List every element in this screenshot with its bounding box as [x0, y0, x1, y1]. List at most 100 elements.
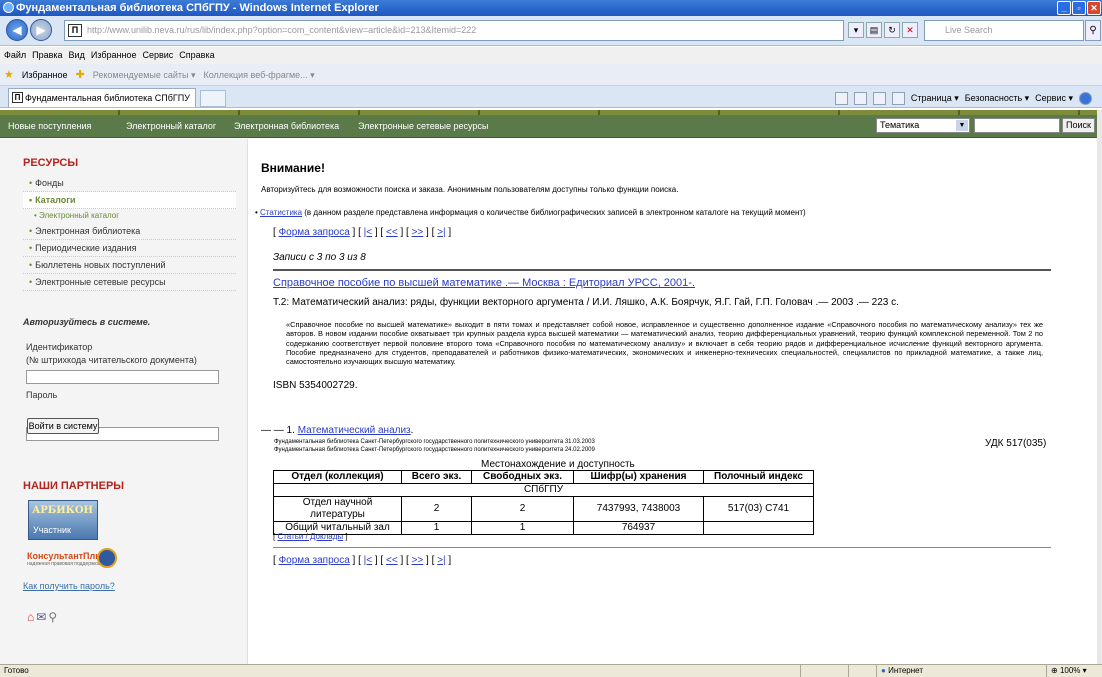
- tab-library[interactable]: П Фундаментальная библиотека СПбГПУ: [8, 88, 196, 107]
- password-label: Пароль: [26, 390, 58, 400]
- nav-new-arrivals[interactable]: Новые поступления: [8, 121, 91, 131]
- home-icon[interactable]: ⌂: [27, 610, 34, 624]
- menu-view[interactable]: Вид: [69, 47, 85, 64]
- tab-bar: П Фундаментальная библиотека СПбГПУ Стран…: [0, 86, 1102, 108]
- location-table: Отдел (коллекция) Всего экз. Свободных э…: [273, 470, 814, 535]
- first-page-link[interactable]: |<: [364, 227, 372, 238]
- search-icon[interactable]: ⚲: [48, 610, 57, 624]
- id-hint: (№ штрихкода читательского документа): [26, 355, 197, 365]
- theme-select[interactable]: Тематика ▼: [876, 118, 970, 133]
- favorites-button[interactable]: Избранное: [22, 64, 68, 86]
- page-scrollbar[interactable]: [1097, 110, 1102, 664]
- first-page-link[interactable]: |<: [364, 555, 372, 566]
- query-form-link[interactable]: Форма запроса: [279, 227, 350, 238]
- help-icon[interactable]: [1079, 91, 1092, 105]
- add-favorite-icon[interactable]: ✚: [76, 64, 85, 86]
- pager-top: [ Форма запроса ] [ |< ] [ << ] [ >> ] […: [273, 227, 452, 238]
- favorites-star-icon: ★: [4, 68, 14, 81]
- close-window-button[interactable]: ✕: [1087, 1, 1101, 15]
- address-input[interactable]: Пhttp://www.unilib.neva.ru/rus/lib/index…: [64, 20, 844, 41]
- last-page-link[interactable]: >|: [437, 227, 445, 238]
- nav-e-resources[interactable]: Электронные сетевые ресурсы: [358, 121, 488, 131]
- statistics-line: • Статистика (в данном разделе представл…: [255, 208, 806, 217]
- recommended-sites-link[interactable]: Рекомендуемые сайты ▾: [93, 64, 196, 86]
- consultant-plus-logo[interactable]: КонсультантПлюс надежная правовая поддер…: [27, 548, 117, 570]
- menu-help[interactable]: Справка: [179, 47, 214, 64]
- stop-icon[interactable]: ✕: [902, 22, 918, 38]
- sidebar-item-periodicals[interactable]: • Периодические издания: [23, 240, 236, 257]
- table-row: Общий читальный зал 1 1 764937: [273, 521, 814, 535]
- math-analysis-link[interactable]: Математический анализ: [298, 425, 411, 436]
- query-form-link[interactable]: Форма запроса: [279, 555, 350, 566]
- isbn: ISBN 5354002729.: [273, 380, 358, 391]
- menu-tools[interactable]: Сервис: [142, 47, 173, 64]
- prev-page-link[interactable]: <<: [386, 555, 398, 566]
- divider: [273, 547, 1051, 548]
- forgot-password-link[interactable]: Как получить пароль?: [23, 581, 115, 591]
- search-icon[interactable]: ⚲: [1085, 20, 1101, 41]
- maximize-button[interactable]: ▫: [1072, 1, 1086, 15]
- site-search-input[interactable]: [974, 118, 1060, 133]
- abstract-text: «Справочное пособие по высшей математике…: [286, 320, 1043, 367]
- window-title: Фундаментальная библиотека СПбГПУ - Wind…: [16, 2, 379, 14]
- back-button[interactable]: ◀: [6, 19, 28, 41]
- reference-book-link[interactable]: Справочное пособие по высшей математике …: [273, 277, 695, 289]
- sidebar-item-funds[interactable]: • Фонды: [23, 175, 236, 192]
- live-search-input[interactable]: Live Search: [924, 20, 1084, 41]
- sidebar-subitem-e-catalog[interactable]: • Электронный каталог: [34, 211, 119, 220]
- next-page-link[interactable]: >>: [412, 555, 424, 566]
- menu-favorites[interactable]: Избранное: [91, 47, 137, 64]
- col-department: Отдел (коллекция): [273, 470, 402, 484]
- sidebar-item-e-library[interactable]: • Электронная библиотека: [23, 223, 236, 240]
- web-slice-gallery-link[interactable]: Коллекция веб-фрагме... ▾: [204, 64, 315, 86]
- site-search-button[interactable]: Поиск: [1062, 118, 1095, 133]
- prev-page-link[interactable]: <<: [386, 227, 398, 238]
- attention-heading: Внимание!: [261, 161, 325, 175]
- security-icon: [848, 665, 876, 677]
- id-label: Идентификатор: [26, 342, 93, 352]
- location-caption: Местонахождение и доступность: [481, 459, 635, 470]
- nav-e-catalog[interactable]: Электронный каталог: [126, 121, 216, 131]
- ie-logo-icon: [3, 2, 14, 13]
- articles-link[interactable]: Статьи / Доклады: [277, 532, 343, 541]
- col-total: Всего экз.: [401, 470, 472, 484]
- id-input[interactable]: [26, 370, 219, 384]
- forward-button[interactable]: ▶: [30, 19, 52, 41]
- feeds-icon[interactable]: [853, 91, 867, 105]
- favorites-bar: ★ Избранное ✚ Рекомендуемые сайты ▾ Колл…: [0, 64, 1102, 86]
- zoom-control[interactable]: ⊕ 100% ▾: [1046, 665, 1102, 677]
- compatibility-icon[interactable]: ▤: [866, 22, 882, 38]
- home-icon[interactable]: [834, 91, 848, 105]
- mail-icon[interactable]: [872, 91, 886, 105]
- tab-favicon-icon: П: [12, 92, 23, 103]
- sidebar-item-bulletin[interactable]: • Бюллетень новых поступлений: [23, 257, 236, 274]
- series-line: — — 1. Математический анализ.: [261, 425, 414, 436]
- status-segment: [800, 665, 840, 677]
- last-page-link[interactable]: >|: [437, 555, 445, 566]
- internet-zone: ● Интернет: [876, 665, 996, 677]
- new-tab-button[interactable]: [200, 90, 226, 107]
- mail-icon[interactable]: ✉: [36, 610, 46, 624]
- articles-line: [ Статьи / Доклады ]: [273, 532, 348, 541]
- col-free: Свободных экз.: [471, 470, 574, 484]
- nav-e-library[interactable]: Электронная библиотека: [234, 121, 339, 131]
- page-menu[interactable]: Страница ▾: [911, 90, 959, 106]
- next-page-link[interactable]: >>: [412, 227, 424, 238]
- menu-edit[interactable]: Правка: [32, 47, 62, 64]
- table-group-row: СПбГПУ: [273, 483, 814, 497]
- safety-menu[interactable]: Безопасность ▾: [965, 90, 1029, 106]
- tools-menu[interactable]: Сервис ▾: [1035, 90, 1073, 106]
- statistics-link[interactable]: Статистика: [260, 208, 302, 217]
- refresh-icon[interactable]: ↻: [884, 22, 900, 38]
- sidebar-item-catalogs[interactable]: • Каталоги: [23, 192, 236, 209]
- print-icon[interactable]: [891, 91, 905, 105]
- arbicon-logo[interactable]: АРБИКОН Участник: [28, 500, 98, 540]
- sidebar-item-net-resources[interactable]: • Электронные сетевые ресурсы: [23, 274, 236, 291]
- login-button[interactable]: Войти в систему: [27, 418, 99, 434]
- dropdown-icon[interactable]: ▾: [848, 22, 864, 38]
- status-bar: Готово ● Интернет ⊕ 100% ▾: [0, 664, 1102, 677]
- menu-file[interactable]: Файл: [4, 47, 26, 64]
- status-ready: Готово: [4, 666, 29, 675]
- minimize-button[interactable]: _: [1057, 1, 1071, 15]
- site-navigation: Новые поступления Электронный каталог Эл…: [0, 110, 1097, 138]
